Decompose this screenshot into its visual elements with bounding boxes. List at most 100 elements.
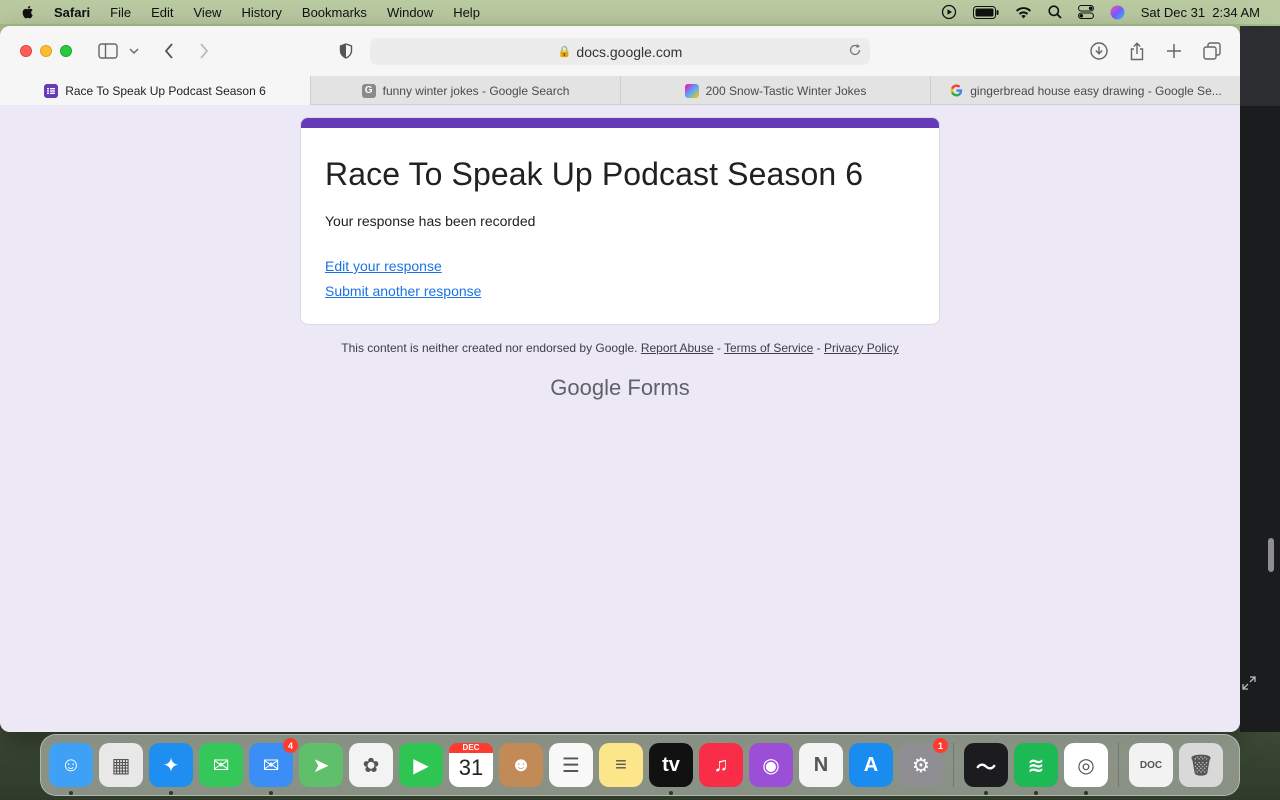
tab-bar: Race To Speak Up Podcast Season 6 G funn… [0,76,1240,105]
dock-facetime-icon[interactable]: ▶ [399,743,443,787]
notes-glyph: ≡ [615,753,627,776]
report-abuse-link[interactable]: Report Abuse [641,341,714,355]
dock-finder-icon[interactable]: ☺ [49,743,93,795]
site-icon [684,83,699,98]
form-title: Race To Speak Up Podcast Season 6 [325,156,864,192]
menu-file[interactable]: File [110,5,131,20]
footer-disclaimer: This content is neither created nor endo… [300,341,940,355]
address-bar[interactable]: 🔒 docs.google.com [370,38,870,65]
dock-system-preferences-icon[interactable]: ⚙ 1 [899,738,948,787]
zoom-window-button[interactable] [60,45,72,57]
clock[interactable]: Sat Dec 31 2:34 AM [1141,5,1260,20]
dock-activity-monitor-icon[interactable]: 〜 [964,743,1008,795]
close-window-button[interactable] [20,45,32,57]
background-window[interactable] [1240,26,1280,732]
reload-icon[interactable] [848,43,862,57]
reminders-glyph: ☰ [562,754,580,777]
privacy-report-button[interactable] [336,26,356,76]
tab-funny-winter-jokes[interactable]: G funny winter jokes - Google Search [310,76,620,105]
google-forms-icon [44,83,59,98]
safari-window: 🔒 docs.google.com Race To Speak Up Podca… [0,26,1240,732]
wifi-icon[interactable] [1015,6,1032,19]
menu-window[interactable]: Window [387,5,433,20]
dock-maps-icon[interactable]: ➤ [299,743,343,787]
dock-mail-icon[interactable]: ✉ 4 [249,738,298,795]
launchpad-glyph: ▦ [111,754,131,777]
news-glyph: N [813,753,829,776]
apple-menu-icon[interactable] [20,4,36,20]
share-button[interactable] [1127,26,1147,76]
window-controls [20,45,72,57]
dock-reminders-icon[interactable]: ☰ [549,743,593,787]
spotlight-search-icon[interactable] [1048,5,1062,19]
battery-icon[interactable] [972,5,999,19]
running-indicator [69,791,73,795]
tab-label: 200 Snow-Tastic Winter Jokes [705,83,867,98]
edit-response-link[interactable]: Edit your response [325,258,442,274]
dock-podcasts-icon[interactable]: ◉ [749,743,793,787]
dock-safari-icon[interactable]: ✦ [149,743,193,795]
tab-label: gingerbread house easy drawing - Google … [970,83,1222,98]
menu-history[interactable]: History [241,5,281,20]
siri-icon[interactable] [1110,5,1125,20]
separator: - [813,341,825,355]
google-g-icon: G [361,83,376,98]
new-tab-button[interactable] [1164,26,1184,76]
submit-another-response-link[interactable]: Submit another response [325,283,481,299]
dock-notes-icon[interactable]: ≡ [599,743,643,787]
dock-chrome-icon[interactable]: ◎ [1064,743,1108,795]
dock-launchpad-icon[interactable]: ▦ [99,743,143,787]
dock-calendar-icon[interactable]: DEC 31 [449,743,493,787]
photos-glyph: ✿ [362,754,380,777]
dock-document-icon[interactable]: DOC [1129,743,1173,787]
dock-music-icon[interactable]: ♫ [699,743,743,787]
url-text: docs.google.com [576,43,683,60]
dock-app-store-icon[interactable]: A [849,743,893,787]
tab-snow-tastic-jokes[interactable]: 200 Snow-Tastic Winter Jokes [620,76,930,105]
dock-apple-tv-icon[interactable]: tv [649,743,693,795]
control-center-icon[interactable] [1077,5,1094,19]
forms-wordmark: Forms [627,375,690,400]
sidebar-dropdown-button[interactable] [127,26,141,76]
form-accent-bar [301,118,939,128]
dock-news-icon[interactable]: N [799,743,843,787]
dock-messages-icon[interactable]: ✉ [199,743,243,787]
music-glyph: ♫ [713,753,729,776]
menu-bar: Safari File Edit View History Bookmarks … [0,0,1280,24]
privacy-policy-link[interactable]: Privacy Policy [824,341,899,355]
share-icon [1130,41,1144,60]
safari-glyph: ✦ [162,754,180,777]
terms-of-service-link[interactable]: Terms of Service [724,341,813,355]
spotify-glyph: ≋ [1027,754,1045,777]
now-playing-icon[interactable] [941,4,957,20]
google-wordmark: Google [550,375,622,400]
running-indicator [984,791,988,795]
minimize-window-button[interactable] [40,45,52,57]
scrollbar-thumb[interactable] [1268,538,1274,572]
background-window-toolbar [1240,26,1280,106]
sidebar-toggle-button[interactable] [96,26,120,76]
dock-contacts-icon[interactable]: ☻ [499,743,543,787]
tab-race-to-speak-up[interactable]: Race To Speak Up Podcast Season 6 [0,76,310,105]
forward-button[interactable] [195,26,213,76]
downloads-button[interactable] [1088,26,1110,76]
app-store-glyph: A [863,753,879,776]
menu-help[interactable]: Help [453,5,480,20]
google-forms-logo[interactable]: Google Forms [300,375,940,401]
tab-gingerbread-house[interactable]: gingerbread house easy drawing - Google … [930,76,1240,105]
dock-separator [1118,743,1119,787]
menu-app-name[interactable]: Safari [54,5,90,20]
tab-overview-button[interactable] [1201,26,1223,76]
menu-edit[interactable]: Edit [151,5,173,20]
dock-trash-icon[interactable]: 🗑 [1179,743,1223,787]
running-indicator [1084,791,1088,795]
menu-bookmarks[interactable]: Bookmarks [302,5,367,20]
tabs-overview-icon [1203,42,1221,60]
expand-icon[interactable] [1242,676,1256,690]
menu-view[interactable]: View [194,5,222,20]
back-button[interactable] [160,26,178,76]
plus-icon [1167,44,1181,58]
dock-photos-icon[interactable]: ✿ [349,743,393,787]
dock-spotify-icon[interactable]: ≋ [1014,743,1058,795]
running-indicator [669,791,673,795]
